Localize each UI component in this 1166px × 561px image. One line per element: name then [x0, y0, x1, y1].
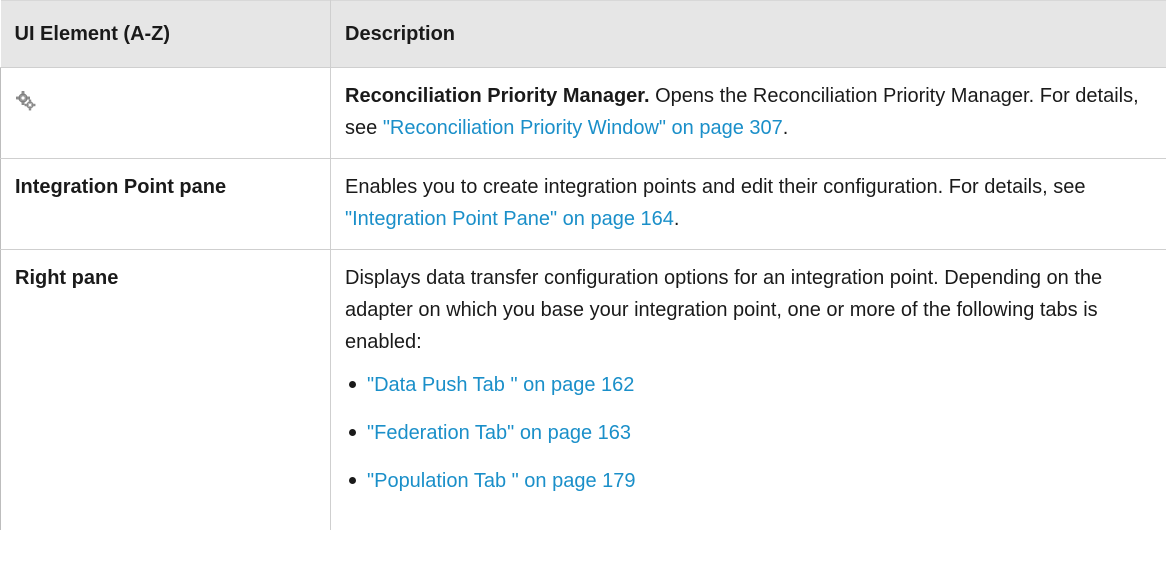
ui-element-cell: [0, 67, 331, 159]
population-tab-link[interactable]: "Population Tab " on page 179: [367, 470, 636, 492]
table-row: Reconciliation Priority Manager. Opens t…: [0, 67, 1166, 159]
description-tail: .: [673, 208, 680, 230]
ui-element-cell: Integration Point pane: [0, 158, 331, 250]
reconciliation-priority-manager-icon: [15, 90, 37, 112]
ui-element-cell: Right pane: [0, 249, 331, 530]
description-cell: Displays data transfer configuration opt…: [330, 249, 1166, 530]
column-header-description: Description: [330, 0, 1166, 68]
description-text: Displays data transfer configuration opt…: [345, 267, 1103, 353]
list-item: "Federation Tab" on page 163: [345, 420, 1147, 446]
table-row: Right pane Displays data transfer config…: [0, 249, 1166, 530]
column-header-ui-element: UI Element (A-Z): [0, 0, 331, 68]
list-item: "Data Push Tab " on page 162: [345, 372, 1147, 398]
list-item: "Population Tab " on page 179: [345, 468, 1147, 494]
table-header-row: UI Element (A-Z) Description: [0, 0, 1166, 68]
data-push-tab-link[interactable]: "Data Push Tab " on page 162: [367, 374, 634, 396]
description-tail: .: [782, 117, 789, 139]
federation-tab-link[interactable]: "Federation Tab" on page 163: [367, 422, 631, 444]
integration-point-pane-link[interactable]: "Integration Point Pane" on page 164: [345, 208, 674, 230]
description-cell: Enables you to create integration points…: [330, 158, 1166, 250]
table-row: Integration Point pane Enables you to cr…: [0, 158, 1166, 250]
bullet: [349, 429, 356, 436]
description-text: Enables you to create integration points…: [345, 176, 1086, 198]
tabs-list: "Data Push Tab " on page 162 "Federation…: [345, 372, 1147, 494]
element-title: Reconciliation Priority Manager.: [345, 85, 650, 107]
bullet: [349, 477, 356, 484]
description-cell: Reconciliation Priority Manager. Opens t…: [330, 67, 1166, 159]
reconciliation-priority-window-link[interactable]: "Reconciliation Priority Window" on page…: [383, 117, 783, 139]
ui-elements-table: UI Element (A-Z) Description Reconciliat…: [0, 0, 1166, 530]
bullet: [349, 381, 356, 388]
